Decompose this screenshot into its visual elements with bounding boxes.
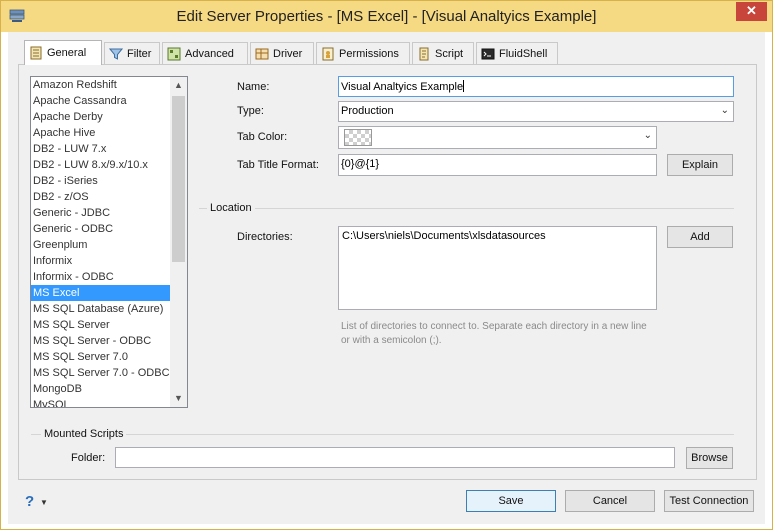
directories-hint-line1: List of directories to connect to. Separ… [341, 321, 647, 332]
scroll-down-arrow-icon[interactable]: ▼ [170, 390, 187, 407]
name-input[interactable]: Visual Analtyics Example [338, 76, 734, 97]
server-type-list-item[interactable]: Generic - ODBC [31, 221, 187, 237]
server-type-list-item[interactable]: MS SQL Server 7.0 [31, 349, 187, 365]
tab-permissions-label: Permissions [339, 47, 399, 60]
tab-title-format-input[interactable]: {0}@{1} [338, 154, 657, 176]
tab-fluidshell[interactable]: FluidShell [476, 42, 558, 64]
filter-icon [109, 48, 123, 60]
server-type-list-item[interactable]: MongoDB [31, 381, 187, 397]
type-label: Type: [237, 105, 264, 117]
mounted-scripts-separator [31, 434, 734, 435]
save-button[interactable]: Save [466, 490, 556, 512]
help-icon[interactable]: ? [25, 493, 34, 510]
scroll-up-arrow-icon[interactable]: ▲ [170, 77, 187, 94]
tab-fluidshell-label: FluidShell [499, 47, 548, 60]
server-type-list-item[interactable]: Generic - JDBC [31, 205, 187, 221]
server-type-list-item[interactable]: MS SQL Server - ODBC [31, 333, 187, 349]
cancel-button[interactable]: Cancel [565, 490, 655, 512]
tab-filter[interactable]: Filter [104, 42, 160, 64]
chevron-down-icon: ⌄ [643, 130, 652, 141]
server-type-items: Amazon Redshift Apache Cassandra Apache De… [31, 77, 187, 407]
location-group-title: Location [207, 202, 255, 214]
server-type-list-item[interactable]: Apache Cassandra [31, 93, 187, 109]
server-type-list-item[interactable]: Apache Derby [31, 109, 187, 125]
list-scrollbar[interactable]: ▲ ▼ [170, 77, 187, 407]
folder-input[interactable] [115, 447, 675, 468]
directories-textarea[interactable]: C:\Users\niels\Documents\xlsdatasources [338, 226, 657, 310]
window-title: Edit Server Properties - [MS Excel] - [V… [176, 8, 597, 25]
tab-color-select[interactable]: ⌄ [338, 126, 657, 149]
advanced-icon [167, 47, 181, 60]
server-type-list-item[interactable]: MS SQL Database (Azure) [31, 301, 187, 317]
name-input-value: Visual Analtyics Example [341, 81, 464, 93]
tab-title-format-value: {0}@{1} [341, 158, 380, 170]
server-type-list-item[interactable]: MySQL [31, 397, 187, 407]
directories-label: Directories: [237, 231, 293, 243]
server-type-list-item[interactable]: DB2 - z/OS [31, 189, 187, 205]
explain-button[interactable]: Explain [667, 154, 733, 176]
server-type-list-item[interactable]: MS Excel [31, 285, 187, 301]
tab-color-swatch [344, 129, 372, 146]
general-icon [30, 46, 42, 60]
script-icon [419, 47, 429, 60]
server-type-list-item[interactable]: Informix [31, 253, 187, 269]
edit-server-properties-window: Edit Server Properties - [MS Excel] - [V… [0, 0, 773, 530]
location-separator [199, 208, 734, 209]
type-select-value: Production [341, 105, 394, 117]
close-button[interactable]: ✕ [736, 2, 767, 21]
tab-driver-label: Driver [273, 47, 303, 60]
folder-label: Folder: [71, 452, 106, 464]
permissions-icon [322, 47, 334, 60]
fluidshell-icon [481, 48, 495, 59]
directories-value: C:\Users\niels\Documents\xlsdatasources [342, 230, 546, 242]
tab-driver[interactable]: Driver [250, 42, 314, 64]
type-select[interactable]: Production ⌄ [338, 101, 734, 122]
tab-permissions[interactable]: Permissions [316, 42, 410, 64]
tab-advanced-label: Advanced [185, 47, 234, 60]
add-directory-button[interactable]: Add [667, 226, 733, 248]
server-type-list-item[interactable]: Apache Hive [31, 125, 187, 141]
name-label: Name: [237, 81, 270, 93]
help-menu-chevron-icon[interactable]: ▼ [40, 498, 48, 507]
server-type-list-item[interactable]: MS SQL Server 7.0 - ODBC [31, 365, 187, 381]
text-caret [463, 80, 465, 92]
chevron-down-icon: ⌄ [720, 105, 729, 116]
close-icon: ✕ [746, 3, 757, 18]
tab-title-format-label: Tab Title Format: [237, 159, 319, 171]
title-bar[interactable]: Edit Server Properties - [MS Excel] - [V… [1, 1, 772, 32]
server-type-list[interactable]: Amazon Redshift Apache Cassandra Apache De… [30, 76, 188, 408]
directories-hint-line2: or with a semicolon (;). [341, 335, 442, 346]
scrollbar-thumb[interactable] [172, 96, 185, 262]
server-type-list-item[interactable]: Greenplum [31, 237, 187, 253]
test-connection-button[interactable]: Test Connection [664, 490, 754, 512]
mounted-scripts-group-title: Mounted Scripts [41, 428, 127, 440]
server-type-list-item[interactable]: Informix - ODBC [31, 269, 187, 285]
tab-script-label: Script [435, 47, 464, 60]
server-type-list-item[interactable]: DB2 - LUW 8.x/9.x/10.x [31, 157, 187, 173]
tab-color-label: Tab Color: [237, 131, 288, 143]
server-type-list-item[interactable]: Amazon Redshift [31, 77, 187, 93]
tab-general[interactable]: General [24, 40, 102, 65]
server-type-list-item[interactable]: DB2 - LUW 7.x [31, 141, 187, 157]
tab-advanced[interactable]: Advanced [162, 42, 248, 64]
server-type-list-item[interactable]: DB2 - iSeries [31, 173, 187, 189]
driver-icon [255, 48, 269, 59]
browse-button[interactable]: Browse [686, 447, 733, 469]
tab-script[interactable]: Script [412, 42, 474, 64]
server-type-list-item[interactable]: MS SQL Server [31, 317, 187, 333]
tab-general-label: General [47, 47, 87, 59]
tab-filter-label: Filter [127, 47, 152, 60]
